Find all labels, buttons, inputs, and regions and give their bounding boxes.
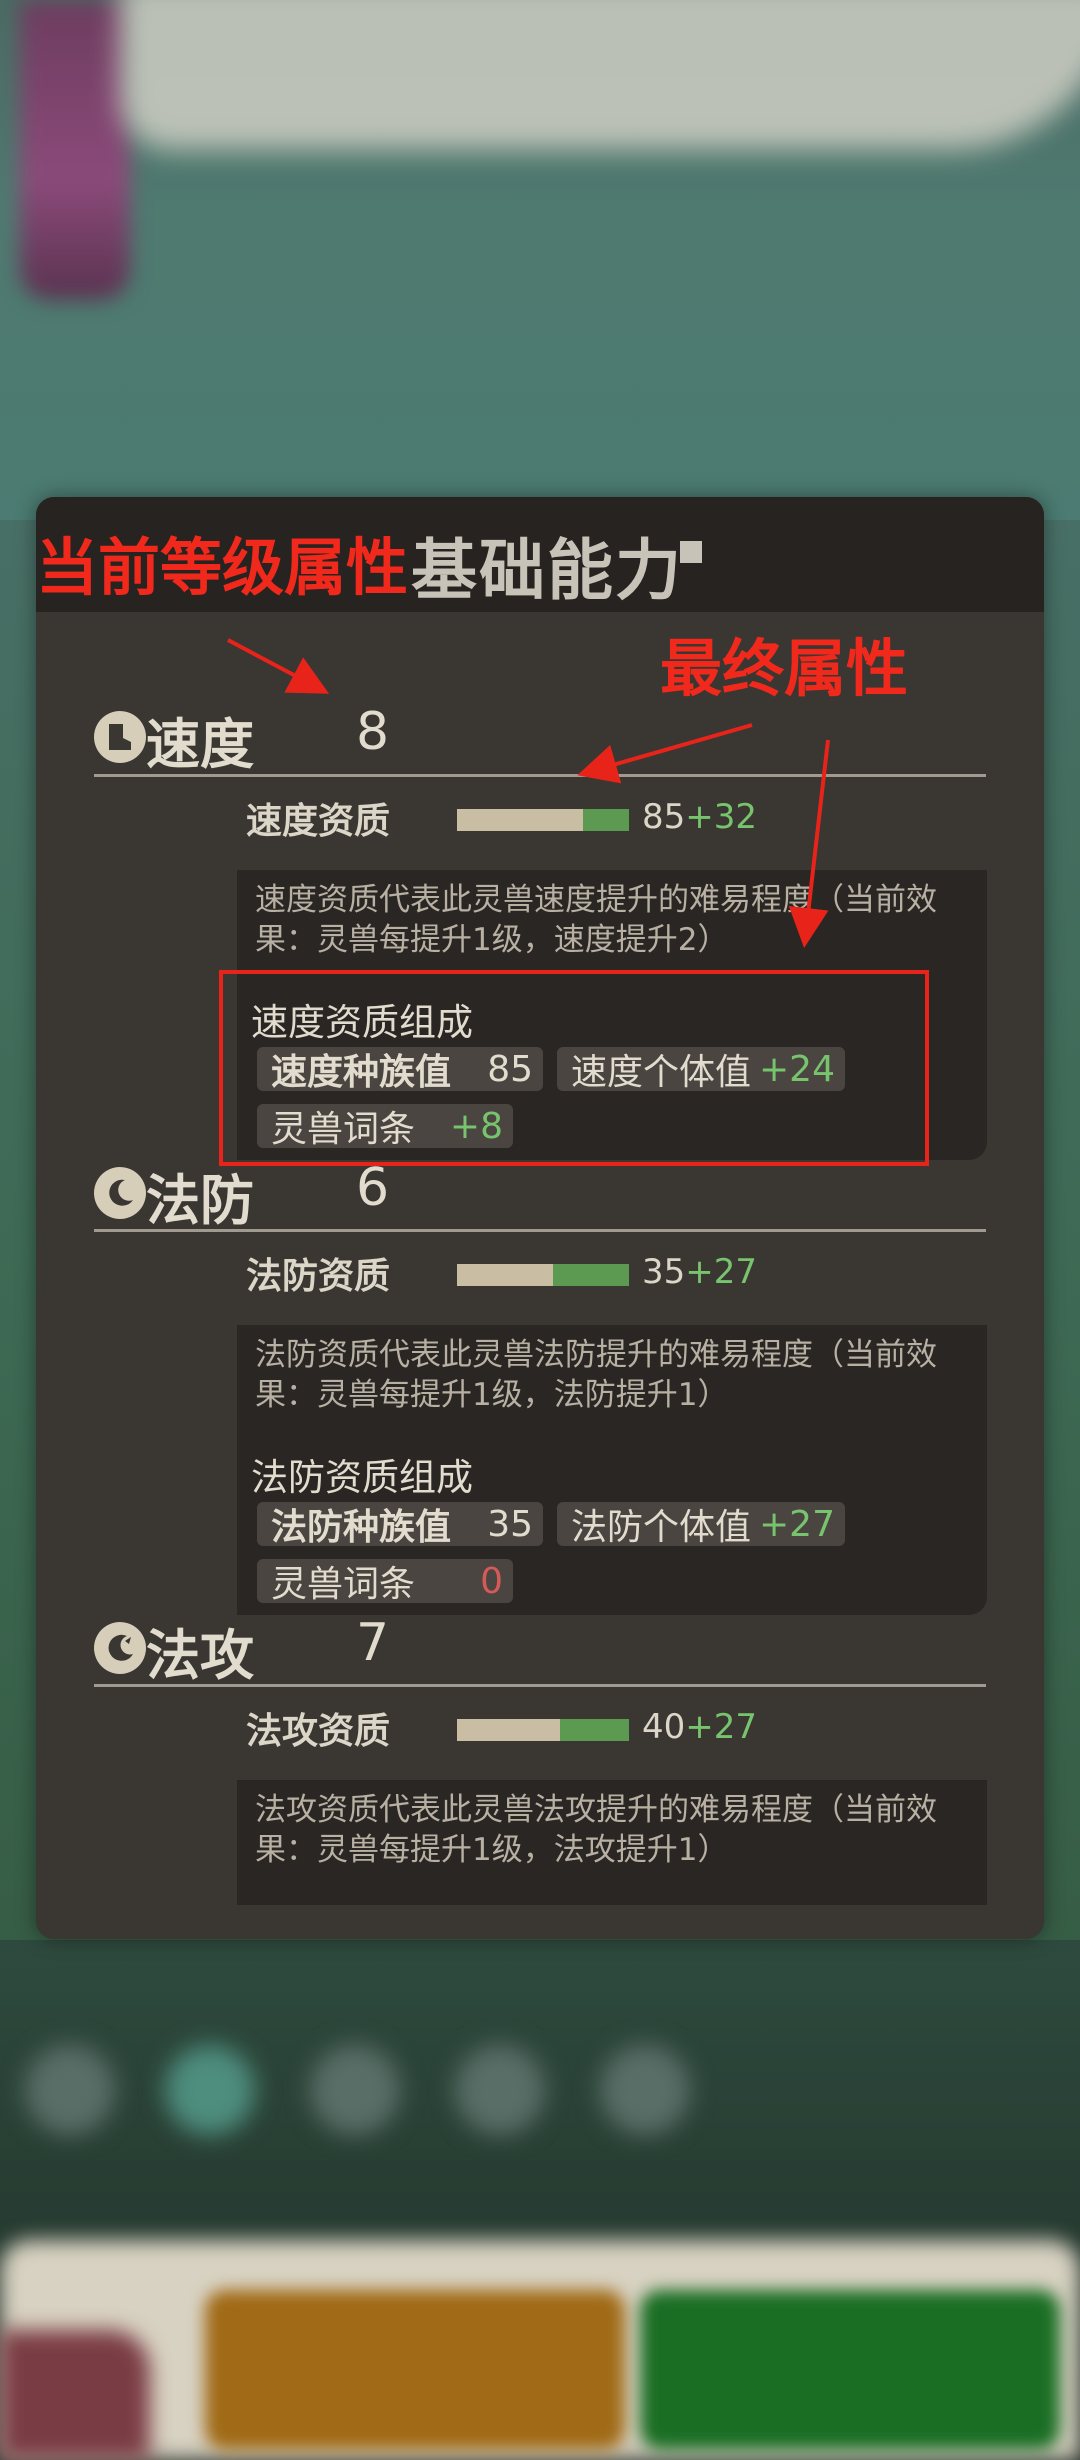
annotation-arrow-to-aptitude	[577, 723, 753, 784]
annotation-arrows	[227, 638, 830, 948]
annotation-arrow-to-composition	[788, 739, 830, 948]
annotation-arrow-to-level	[227, 638, 330, 694]
